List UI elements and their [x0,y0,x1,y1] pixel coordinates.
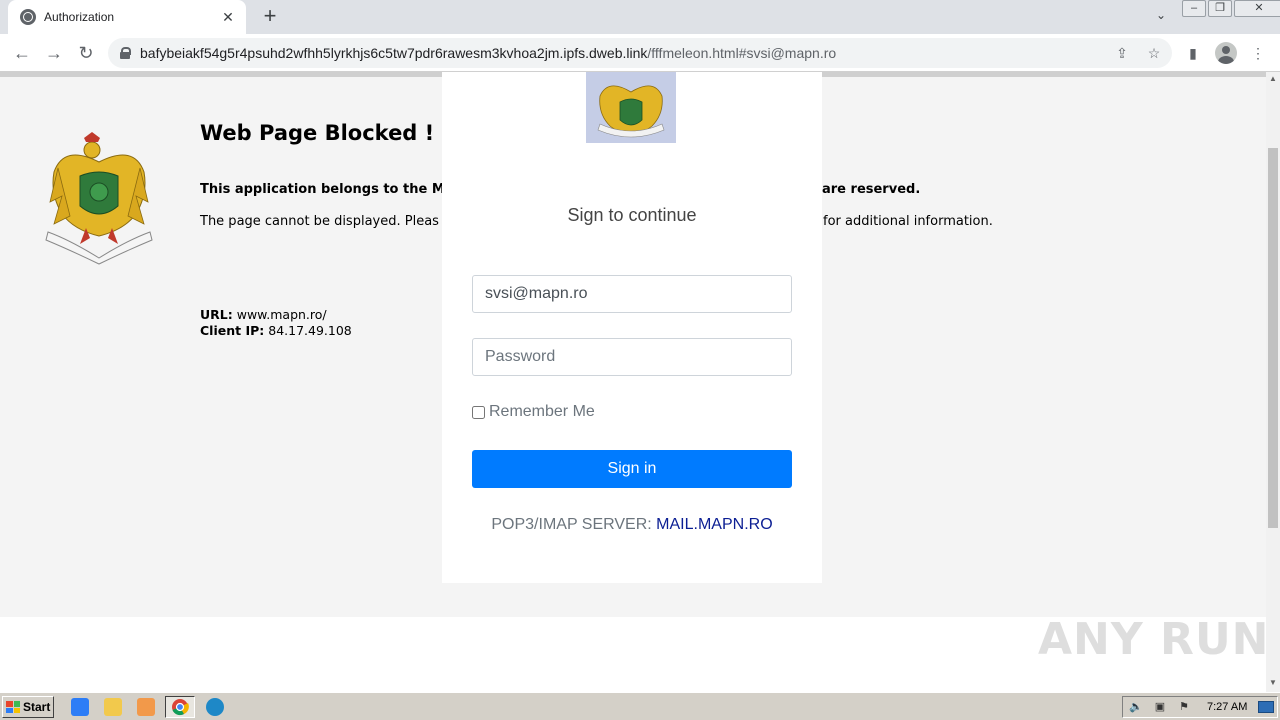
start-button[interactable]: Start [2,696,54,718]
lock-icon[interactable] [120,47,131,59]
scroll-thumb[interactable] [1268,148,1278,528]
minimize-button[interactable]: – [1182,0,1206,17]
bookmark-star-icon[interactable]: ☆ [1145,44,1163,62]
tab-title: Authorization [44,10,115,24]
restore-button[interactable]: ❐ [1208,0,1232,17]
start-label: Start [23,700,51,714]
url-info: URL: www.mapn.ro/ [200,307,327,322]
volume-icon[interactable]: 🔈 [1129,701,1143,714]
email-input[interactable] [472,275,792,313]
taskbar: Start 🔈 ▣ ⚑ 7:27 AM [0,692,1280,720]
vertical-scrollbar[interactable]: ▲ ▼ [1266,72,1280,692]
scroll-down-icon[interactable]: ▼ [1266,678,1280,688]
network-icon[interactable]: ▣ [1153,701,1167,714]
client-ip-value: 84.17.49.108 [268,323,352,338]
address-bar[interactable]: bafybeiakf54g5r4psuhd2wfhh5lyrkhjs6c5tw7… [108,38,1172,68]
ownership-notice-tail: are reserved. [822,182,921,197]
url-host: bafybeiakf54g5r4psuhd2wfhh5lyrkhjs6c5tw7… [140,45,648,61]
tab-strip: Authorization ✕ + ⌄ – ❐ ✕ [0,0,1280,34]
tab-close-icon[interactable]: ✕ [220,9,236,26]
window-close-button[interactable]: ✕ [1234,0,1280,17]
browser-menu-icon[interactable]: ⋮ [1248,43,1268,63]
remember-me-row: Remember Me [472,403,595,421]
windows-flag-icon [6,701,20,713]
watermark-text: ANY RUN [1038,614,1270,665]
system-tray: 🔈 ▣ ⚑ [1122,696,1278,718]
chrome-icon [172,699,189,716]
scroll-up-icon[interactable]: ▲ [1266,74,1280,84]
url-label: URL: [200,307,233,322]
page-title: Web Page Blocked ! ! [200,121,452,145]
back-icon[interactable]: ← [10,41,34,65]
side-panel-icon[interactable]: ▮ [1183,43,1203,63]
url-value: www.mapn.ro/ [236,307,327,322]
chrome-taskbar-button[interactable] [165,696,195,718]
server-info: POP3/IMAP SERVER: MAIL.MAPN.RO [442,516,822,534]
blocked-description: The page cannot be displayed. Pleas [200,214,439,229]
folder-icon[interactable] [104,698,122,716]
reload-icon[interactable]: ↻ [74,41,98,65]
ownership-notice: This application belongs to the Mi [200,182,450,197]
window-controls: – ❐ ✕ [1182,0,1280,17]
globe-icon [20,9,36,25]
remember-me-label[interactable]: Remember Me [489,403,595,421]
sign-in-modal: Sign to continue Remember Me Sign in POP… [442,72,822,583]
anyrun-watermark: ANY RUN [1038,612,1269,672]
password-input[interactable] [472,338,792,376]
server-label: POP3/IMAP SERVER: [491,516,652,533]
blocked-description-tail: for additional information. [823,214,993,229]
server-link[interactable]: MAIL.MAPN.RO [656,516,772,533]
url-path: /fffmeleon.html#svsi@mapn.ro [647,45,837,61]
edge-icon[interactable] [206,698,224,716]
ministry-eagle-emblem [45,132,153,265]
client-ip-info: Client IP: 84.17.49.108 [200,323,352,338]
flag-icon[interactable]: ⚑ [1177,701,1191,714]
new-tab-button[interactable]: + [258,5,282,29]
show-desktop-icon[interactable] [1258,701,1274,713]
tab-authorization[interactable]: Authorization ✕ [8,0,246,34]
remember-me-checkbox[interactable] [472,405,485,419]
browser-toolbar: ← → ↻ bafybeiakf54g5r4psuhd2wfhh5lyrkhjs… [0,34,1280,72]
clock: 7:27 AM [1207,701,1248,713]
forward-icon[interactable]: → [42,41,66,65]
modal-emblem-logo [586,72,676,143]
media-player-icon[interactable] [137,698,155,716]
modal-heading: Sign to continue [567,205,697,225]
ie-icon[interactable] [71,698,89,716]
client-ip-label: Client IP: [200,323,265,338]
sign-in-button[interactable]: Sign in [472,450,792,488]
profile-avatar-icon[interactable] [1215,42,1237,64]
share-icon[interactable]: ⇪ [1113,44,1131,62]
tab-search-chevron-icon[interactable]: ⌄ [1151,8,1171,26]
